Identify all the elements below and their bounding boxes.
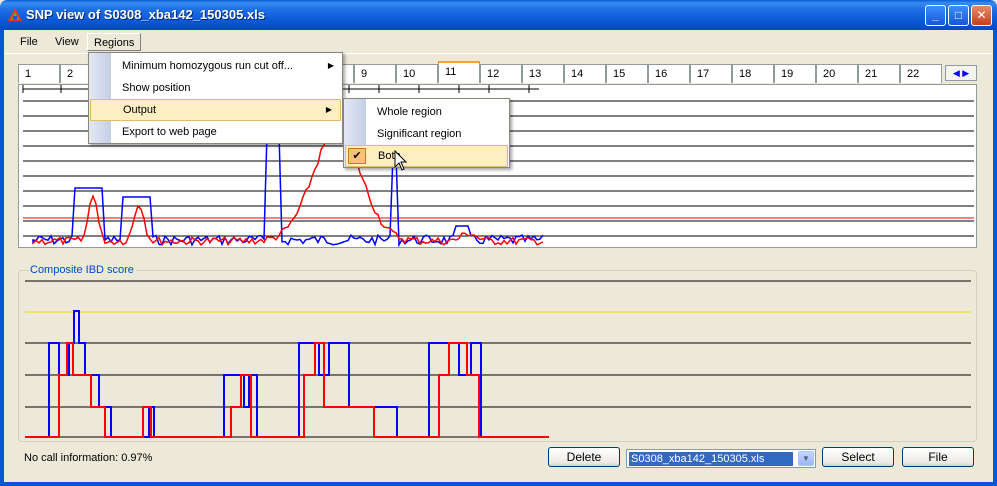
- output-submenu: Whole region Significant region ✔ Both: [343, 98, 510, 168]
- tab-chromosome-15[interactable]: 15: [606, 64, 648, 83]
- menu-item-label: Whole region: [377, 106, 442, 118]
- menu-item-label: Minimum homozygous run cut off...: [122, 60, 293, 72]
- tab-scroll-arrows[interactable]: ◀ ▶: [945, 65, 977, 81]
- menu-item-min-homozygous-run[interactable]: Minimum homozygous run cut off... ▶: [89, 55, 342, 77]
- tab-chromosome-22[interactable]: 22: [900, 64, 942, 83]
- menu-item-output[interactable]: Output ▶: [90, 99, 341, 121]
- menu-item-label: Show position: [122, 82, 191, 94]
- menu-bar: File View Regions: [4, 30, 993, 54]
- tab-chromosome-18[interactable]: 18: [732, 64, 774, 83]
- menu-regions[interactable]: Regions: [87, 33, 142, 51]
- tab-chromosome-20[interactable]: 20: [816, 64, 858, 83]
- menu-view[interactable]: View: [49, 33, 85, 51]
- checkmark-icon: ✔: [348, 148, 366, 164]
- menu-item-export-web[interactable]: Export to web page: [89, 121, 342, 143]
- composite-ibd-plot: [25, 280, 971, 438]
- menu-item-label: Significant region: [377, 128, 462, 140]
- composite-ibd-group: [18, 270, 977, 442]
- maximize-button[interactable]: □: [948, 5, 969, 26]
- title-bar[interactable]: SNP view of S0308_xba142_150305.xls _ □ …: [0, 0, 997, 30]
- tab-chromosome-21[interactable]: 21: [858, 64, 900, 83]
- file-select[interactable]: S0308_xba142_150305.xls ▼: [626, 449, 816, 468]
- menu-item-significant-region[interactable]: Significant region: [344, 123, 509, 145]
- app-icon: [8, 8, 22, 21]
- window-border-right: [993, 30, 997, 486]
- window-border-bottom: [0, 482, 997, 486]
- minimize-button[interactable]: _: [925, 5, 946, 26]
- tab-chromosome-14[interactable]: 14: [564, 64, 606, 83]
- menu-item-label: Export to web page: [122, 126, 217, 138]
- tab-chromosome-11[interactable]: 11: [438, 61, 480, 83]
- window-title: SNP view of S0308_xba142_150305.xls: [26, 7, 265, 22]
- tab-chromosome-19[interactable]: 19: [774, 64, 816, 83]
- tab-chromosome-16[interactable]: 16: [648, 64, 690, 83]
- menu-file[interactable]: File: [14, 33, 44, 51]
- menu-item-show-position[interactable]: Show position: [89, 77, 342, 99]
- menu-item-both[interactable]: ✔ Both: [345, 145, 508, 167]
- tab-chromosome-17[interactable]: 17: [690, 64, 732, 83]
- tab-chromosome-10[interactable]: 10: [396, 64, 438, 83]
- chevron-down-icon[interactable]: ▼: [798, 451, 814, 466]
- tab-chromosome-12[interactable]: 12: [480, 64, 522, 83]
- tab-chromosome-1[interactable]: 1: [18, 64, 60, 83]
- window-border-left: [0, 30, 4, 486]
- mouse-cursor-icon: [394, 150, 408, 171]
- submenu-arrow-icon: ▶: [327, 61, 334, 70]
- close-button[interactable]: ✕: [971, 5, 992, 26]
- submenu-arrow-icon: ▶: [325, 105, 332, 114]
- select-button[interactable]: Select: [822, 447, 894, 467]
- tab-chromosome-9[interactable]: 9: [354, 64, 396, 83]
- file-select-value: S0308_xba142_150305.xls: [629, 452, 793, 466]
- composite-ibd-label: Composite IBD score: [28, 264, 136, 276]
- regions-menu: Minimum homozygous run cut off... ▶ Show…: [88, 52, 343, 144]
- no-call-status: No call information: 0.97%: [24, 452, 153, 464]
- file-button[interactable]: File: [902, 447, 974, 467]
- delete-button[interactable]: Delete: [548, 447, 620, 467]
- menu-item-whole-region[interactable]: Whole region: [344, 101, 509, 123]
- menu-item-label: Output: [123, 104, 157, 116]
- tab-chromosome-13[interactable]: 13: [522, 64, 564, 83]
